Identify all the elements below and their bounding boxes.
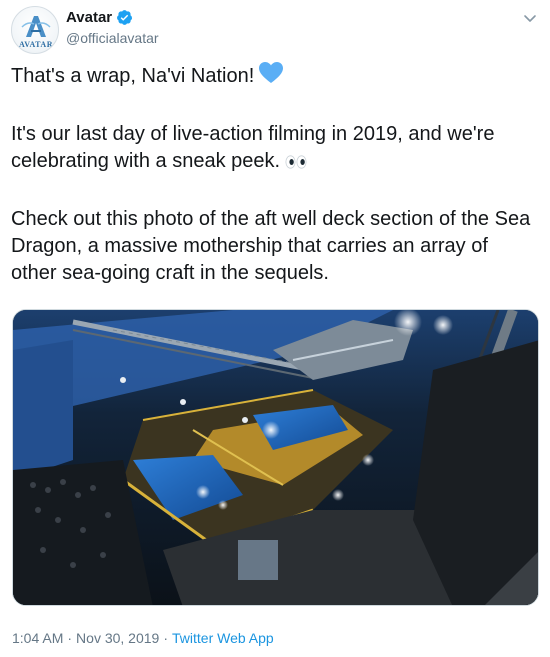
user-handle[interactable]: @officialavatar bbox=[66, 30, 159, 46]
tweet-card: AVATAR Avatar @officialavatar That's a w… bbox=[0, 0, 550, 657]
meta-separator: · bbox=[67, 630, 73, 646]
avatar[interactable]: AVATAR bbox=[11, 6, 59, 54]
avatar-logo-text: AVATAR bbox=[19, 40, 53, 49]
tweet-paragraph-2-text: It's our last day of live-action filming… bbox=[11, 123, 495, 172]
display-name[interactable]: Avatar bbox=[66, 9, 133, 26]
chevron-down-icon[interactable] bbox=[522, 10, 538, 26]
verified-badge-icon bbox=[116, 9, 133, 26]
tweet-paragraph-1: That's a wrap, Na'vi Nation! bbox=[11, 61, 539, 93]
tweet-time[interactable]: 1:04 AM bbox=[12, 630, 63, 646]
eyes-emoji-icon bbox=[284, 151, 308, 178]
tweet-photo[interactable] bbox=[12, 309, 539, 606]
tweet-date[interactable]: Nov 30, 2019 bbox=[76, 630, 159, 646]
avatar-logo-icon: AVATAR bbox=[19, 16, 53, 49]
meta-separator: · bbox=[163, 630, 169, 646]
film-set-photo bbox=[13, 310, 538, 605]
tweet-paragraph-1-text: That's a wrap, Na'vi Nation! bbox=[11, 65, 255, 87]
tweet-source-link[interactable]: Twitter Web App bbox=[172, 630, 274, 646]
tweet-paragraph-2: It's our last day of live-action filming… bbox=[11, 121, 539, 178]
tweet-metadata: 1:04 AM · Nov 30, 2019 · Twitter Web App bbox=[12, 630, 274, 646]
blue-heart-emoji-icon bbox=[258, 61, 284, 93]
display-name-text[interactable]: Avatar bbox=[66, 9, 112, 26]
tweet-paragraph-3: Check out this photo of the aft well dec… bbox=[11, 208, 531, 284]
